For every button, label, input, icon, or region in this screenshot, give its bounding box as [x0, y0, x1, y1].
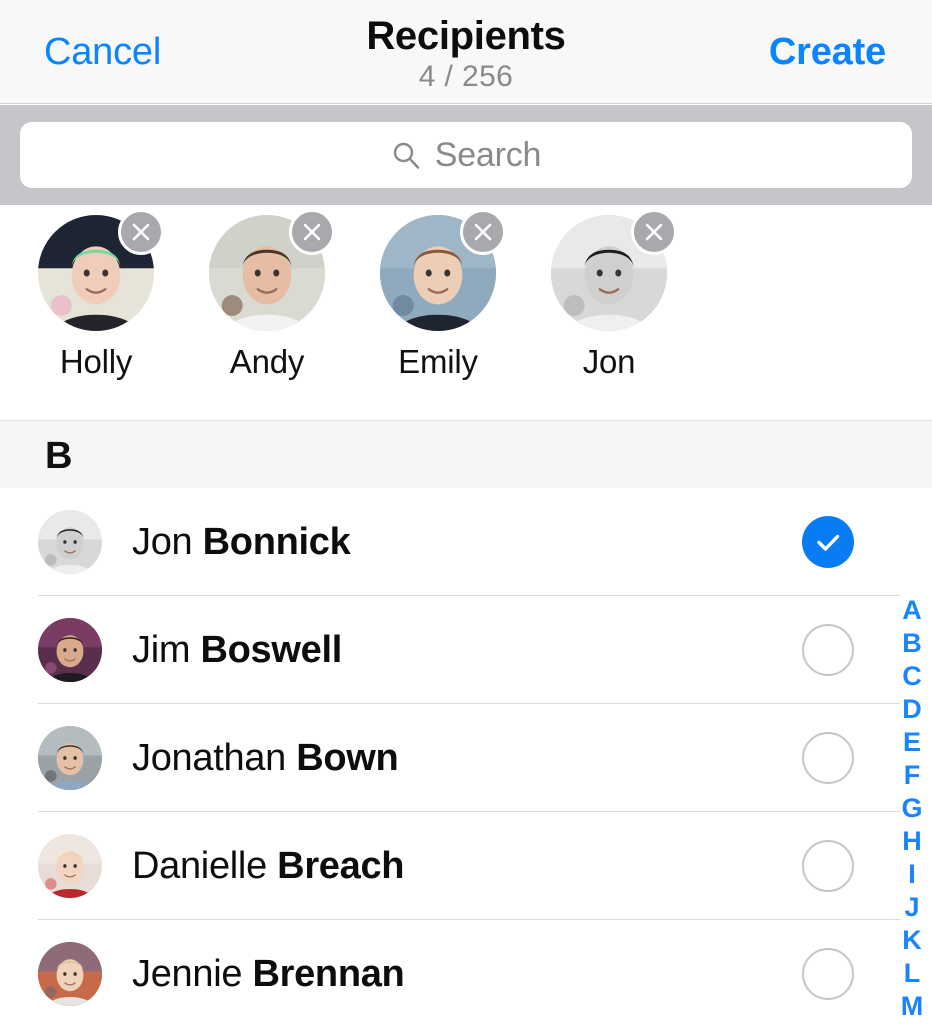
- selected-recipient-chip[interactable]: Jon: [539, 209, 679, 381]
- search-inner: Search: [391, 135, 542, 175]
- contact-last-name: Bown: [296, 736, 399, 779]
- avatar: [38, 510, 102, 574]
- index-letter[interactable]: D: [902, 693, 922, 726]
- index-letter[interactable]: E: [903, 726, 921, 759]
- alphabet-index[interactable]: ABCDEFGHIJKLMN: [892, 594, 932, 1024]
- index-letter[interactable]: H: [902, 825, 922, 858]
- contact-first-name: Jim: [132, 628, 201, 671]
- selected-recipient-name: Andy: [229, 343, 305, 380]
- select-circle-icon[interactable]: [802, 732, 854, 784]
- contact-name: Jennie Brennan: [132, 952, 405, 996]
- search-placeholder: Search: [434, 135, 542, 174]
- chip-avatar-box: [209, 209, 335, 331]
- close-icon[interactable]: [460, 209, 506, 255]
- selected-recipients-strip: Holly Andy Emily Jon: [0, 205, 932, 420]
- avatar: [38, 726, 102, 790]
- search-icon: [391, 140, 421, 170]
- contact-last-name: Bonnick: [202, 520, 351, 563]
- index-letter[interactable]: A: [902, 594, 922, 627]
- index-letter[interactable]: M: [901, 990, 924, 1023]
- contact-last-name: Boswell: [200, 628, 342, 671]
- selected-recipient-name: Emily: [398, 343, 478, 380]
- contact-last-name: Brennan: [252, 952, 405, 995]
- chip-avatar-box: [38, 209, 164, 331]
- contact-list: Jon Bonnick Jim Boswell Jonathan Bown Da…: [0, 488, 932, 1024]
- contact-row[interactable]: Danielle Breach: [0, 812, 932, 920]
- search-input[interactable]: Search: [20, 122, 912, 188]
- contact-row[interactable]: Jonathan Bown: [0, 704, 932, 812]
- section-header-label: B: [45, 435, 73, 477]
- index-letter[interactable]: C: [902, 660, 922, 693]
- contact-row[interactable]: Jennie Brennan: [0, 920, 932, 1024]
- contact-name: Jonathan Bown: [132, 736, 399, 780]
- recipients-screen: Cancel Recipients 4 / 256 Create Search: [0, 0, 932, 1024]
- checkmark-icon[interactable]: [802, 516, 854, 568]
- contact-first-name: Jennie: [132, 952, 253, 995]
- selected-recipient-chip[interactable]: Holly: [26, 209, 166, 381]
- index-letter[interactable]: J: [904, 891, 919, 924]
- section-header-b: B: [0, 420, 932, 488]
- select-circle-icon[interactable]: [802, 948, 854, 1000]
- contact-name: Danielle Breach: [132, 844, 405, 888]
- index-letter[interactable]: I: [908, 858, 916, 891]
- selected-recipient-name: Holly: [59, 343, 133, 380]
- contact-first-name: Danielle: [132, 844, 278, 887]
- index-letter[interactable]: K: [902, 924, 922, 957]
- close-icon[interactable]: [289, 209, 335, 255]
- navigation-bar: Cancel Recipients 4 / 256 Create: [0, 0, 932, 104]
- chip-avatar-box: [380, 209, 506, 331]
- close-icon[interactable]: [118, 209, 164, 255]
- selected-recipient-chip[interactable]: Andy: [197, 209, 337, 381]
- selected-recipient-chip[interactable]: Emily: [368, 209, 508, 381]
- contact-row[interactable]: Jim Boswell: [0, 596, 932, 704]
- contact-row[interactable]: Jon Bonnick: [0, 488, 932, 596]
- contact-name: Jon Bonnick: [132, 520, 351, 564]
- avatar: [38, 618, 102, 682]
- avatar: [38, 834, 102, 898]
- select-circle-icon[interactable]: [802, 624, 854, 676]
- index-letter[interactable]: G: [901, 792, 922, 825]
- index-letter[interactable]: B: [902, 627, 922, 660]
- contact-last-name: Breach: [277, 844, 405, 887]
- chip-avatar-box: [551, 209, 677, 331]
- index-letter[interactable]: L: [904, 957, 921, 990]
- contact-first-name: Jon: [132, 520, 203, 563]
- contact-first-name: Jonathan: [132, 736, 297, 779]
- select-circle-icon[interactable]: [802, 840, 854, 892]
- contact-name: Jim Boswell: [132, 629, 342, 672]
- close-icon[interactable]: [631, 209, 677, 255]
- search-bar-container: Search: [0, 105, 932, 205]
- avatar: [38, 942, 102, 1006]
- index-letter[interactable]: F: [904, 759, 921, 792]
- create-button[interactable]: Create: [769, 31, 886, 74]
- selected-recipient-name: Jon: [582, 343, 636, 380]
